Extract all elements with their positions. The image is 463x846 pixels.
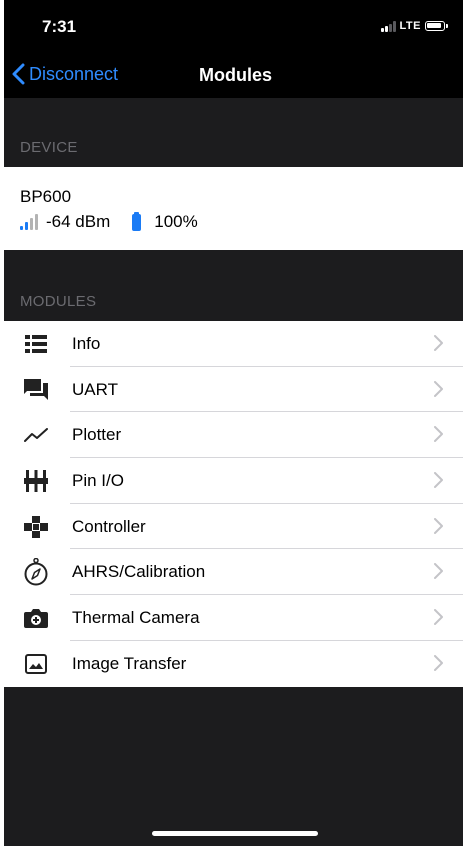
chevron-right-icon (434, 654, 443, 671)
chevron-right-icon (434, 609, 443, 626)
module-item-plotter[interactable]: Plotter (4, 412, 463, 459)
status-indicators: LTE (380, 20, 448, 32)
list-icon (24, 332, 48, 356)
device-info: -64 dBm 100% (20, 211, 198, 232)
modules-section-label: MODULES (20, 293, 97, 310)
module-label: Pin I/O (72, 471, 124, 491)
compass-icon (24, 558, 48, 586)
module-item-image-transfer[interactable]: Image Transfer (4, 641, 463, 687)
camera-icon (24, 606, 48, 630)
modules-section-header: MODULES (4, 250, 463, 321)
cellular-signal-icon (380, 20, 396, 32)
pins-icon (24, 469, 48, 493)
device-cell: BP600 -64 dBm 100% (4, 167, 463, 250)
status-time: 7:31 (42, 17, 77, 36)
module-item-pin-io[interactable]: Pin I/O (4, 458, 463, 504)
module-list: Info UART Plotter Pin I/O Controller AHR… (4, 321, 463, 687)
navigation-bar: Disconnect Modules (4, 54, 463, 98)
module-item-ahrs-calibration[interactable]: AHRS/Calibration (4, 549, 463, 596)
rssi-value: -64 dBm (46, 212, 111, 231)
module-label: Thermal Camera (72, 608, 200, 628)
battery-icon (132, 211, 142, 231)
device-name: BP600 (20, 187, 72, 206)
device-section-label: DEVICE (20, 139, 78, 156)
module-item-uart[interactable]: UART (4, 367, 463, 413)
chat-icon (24, 378, 48, 402)
module-label: Image Transfer (72, 653, 187, 673)
module-item-thermal-camera[interactable]: Thermal Camera (4, 595, 463, 641)
device-section-header: DEVICE (4, 98, 463, 167)
chevron-right-icon (434, 426, 443, 443)
chevron-right-icon (434, 517, 443, 534)
status-bar: 7:31 LTE (4, 0, 463, 54)
module-item-controller[interactable]: Controller (4, 504, 463, 550)
network-type: LTE (399, 20, 421, 32)
status-battery-icon (425, 21, 448, 31)
battery-level: 100% (154, 212, 198, 231)
gamepad-icon (24, 515, 48, 539)
module-item-info[interactable]: Info (4, 321, 463, 367)
module-label: Info (72, 334, 101, 353)
chart-line-icon (24, 423, 48, 447)
rssi-signal-icon (20, 214, 38, 230)
chevron-right-icon (434, 380, 443, 397)
image-icon (24, 652, 48, 676)
chevron-right-icon (434, 335, 443, 351)
module-label: UART (72, 379, 118, 399)
module-label: Plotter (72, 425, 122, 445)
chevron-right-icon (434, 563, 443, 580)
chevron-right-icon (434, 472, 443, 489)
home-indicator[interactable] (152, 831, 318, 836)
module-label: AHRS/Calibration (72, 562, 206, 582)
module-label: Controller (72, 516, 146, 536)
app-screen: 7:31 LTE Disconnect Modules DEVICE BP600… (4, 0, 463, 846)
page-title: Modules (198, 65, 272, 85)
